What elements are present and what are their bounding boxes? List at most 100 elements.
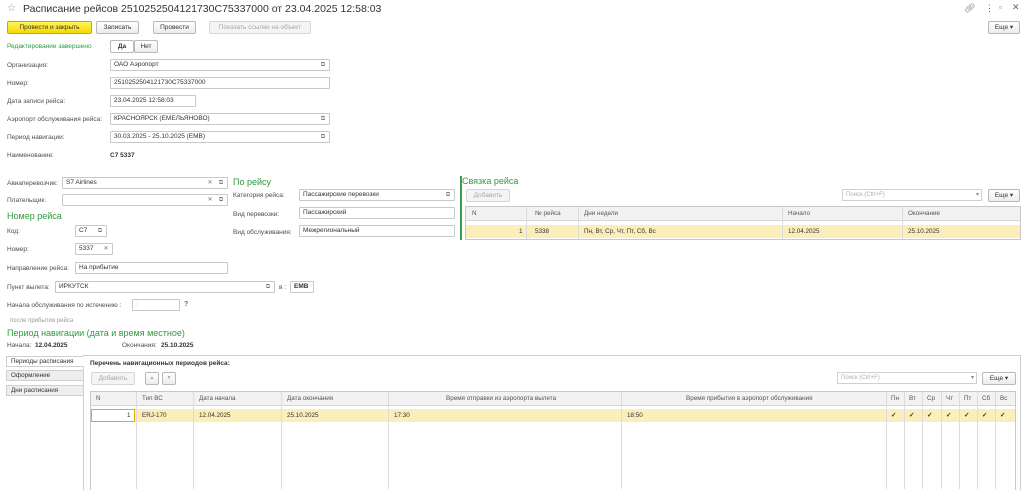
in-field[interactable]: EMB [290, 281, 314, 293]
post-button[interactable]: Провести [153, 21, 196, 34]
period-label: Период навигации: [7, 134, 65, 141]
nav-end-label: Окончания: [122, 342, 157, 349]
check-icon[interactable]: ✓ [891, 412, 896, 419]
payer-field[interactable]: ✕ ⧉ [62, 194, 228, 206]
periods-search-input[interactable]: Поиск (Ctrl+F) ▾ [837, 372, 977, 384]
date-label: Дата записи рейса: [7, 98, 66, 105]
link-table: N № рейса Дни недели Начало Окончание 1 … [465, 206, 1021, 240]
payer-label: Плательщик: [7, 197, 47, 204]
check-icon[interactable]: ✓ [982, 412, 987, 419]
link-search-input[interactable]: Поиск (Ctrl+F) ▾ [842, 189, 982, 201]
table-header: N № рейса Дни недели Начало Окончание [466, 207, 1020, 221]
navigation-title: Период навигации (дата и время местное) [7, 328, 185, 338]
check-icon[interactable]: ✓ [927, 412, 932, 419]
airline-label: Авиаперевозчик: [7, 180, 58, 187]
open-icon[interactable]: ⧉ [318, 114, 328, 124]
name-value: C7 5337 [110, 152, 135, 159]
link-more-button[interactable]: Еще ▾ [988, 189, 1020, 202]
name-label: Наименование: [7, 152, 54, 159]
service-type-field[interactable]: Межрегиональный [299, 225, 455, 237]
dropdown-icon[interactable]: ▾ [971, 373, 974, 383]
open-icon[interactable]: ⧉ [216, 178, 226, 188]
col-n: N [472, 210, 477, 217]
transport-label: Вид перевозки: [233, 211, 280, 218]
maximize-icon[interactable]: ▫ [999, 3, 1002, 12]
table-row[interactable]: 1 ERJ-170 12.04.2025 25.10.2025 17:30 18… [91, 409, 1015, 422]
service-start-label: Начала обслуживания по истечению : [7, 302, 122, 309]
clear-icon[interactable]: ✕ [205, 195, 215, 205]
check-icon[interactable]: ✓ [964, 412, 969, 419]
table-header: N Тип ВС Дата начала Дата окончания Врем… [91, 392, 1015, 406]
date-field[interactable]: 23.04.2025 12:58:03 [110, 95, 196, 107]
show-links-button[interactable]: Показать ссылки на объект [209, 21, 311, 34]
open-icon[interactable]: ⧉ [216, 195, 226, 205]
title-bar: ☆ Расписание рейсов 2510252504121730C753… [0, 0, 1024, 18]
flight-number-title: Номер рейса [7, 211, 62, 221]
open-icon[interactable]: ⧉ [443, 190, 453, 200]
check-icon[interactable]: ✓ [946, 412, 951, 419]
link-title: Связка рейса [462, 176, 519, 186]
edit-done-label: Редактирование завершено [7, 43, 92, 50]
edit-no-button[interactable]: Нет [134, 40, 158, 53]
window-title: Расписание рейсов 2510252504121730C75337… [23, 3, 382, 15]
tab-days[interactable]: Дни расписания [6, 385, 84, 396]
table-row[interactable]: 1 5338 Пн, Вт, Ср, Чт, Пт, Сб, Вс 12.04.… [466, 225, 1020, 238]
periods-more-button[interactable]: Еще ▾ [982, 372, 1016, 385]
airline-field[interactable]: S7 Airlines ✕ ⧉ [62, 177, 228, 189]
col-flight: № рейса [535, 210, 561, 217]
org-label: Организация: [7, 62, 49, 69]
open-icon[interactable]: ⧉ [263, 282, 273, 292]
open-icon[interactable]: ⧉ [95, 226, 105, 236]
period-field[interactable]: 30.03.2025 - 25.10.2025 (EMB) ⧉ [110, 131, 330, 143]
periods-title: Перечень навигационных периодов рейса: [90, 360, 230, 367]
save-button[interactable]: Записать [96, 21, 139, 34]
direction-label: Направление рейса: [7, 265, 69, 272]
periods-table: N Тип ВС Дата начала Дата окончания Врем… [90, 391, 1016, 490]
help-icon[interactable]: ? [184, 301, 188, 308]
tab-periods[interactable]: Периоды расписания [6, 356, 84, 367]
open-icon[interactable]: ⧉ [318, 132, 328, 142]
category-label: Категория рейса: [233, 192, 285, 199]
nav-end-value: 25.10.2025 [161, 342, 194, 349]
col-days: Дни недели [584, 210, 619, 217]
menu-icon[interactable]: ⋮ [985, 3, 994, 14]
num-field[interactable]: 5337 ✕ [75, 243, 113, 255]
after-arrival-label: после прибытия рейса [10, 318, 74, 324]
col-start: Начало [788, 210, 810, 217]
airport-field[interactable]: КРАСНОЯРСК (ЕМЕЛЬЯНОВО) ⧉ [110, 113, 330, 125]
number-field[interactable]: 2510252504121730C75337000 [110, 77, 330, 89]
periods-add-button[interactable]: Добавить [91, 372, 135, 385]
number-label: Номер: [7, 80, 29, 87]
departure-field[interactable]: ИРКУТСК ⧉ [55, 281, 275, 293]
code-field[interactable]: C7 ⧉ [75, 225, 107, 237]
org-field[interactable]: ОАО Аэропорт ⧉ [110, 59, 330, 71]
category-field[interactable]: Пассажирские перевозки ⧉ [299, 189, 455, 201]
clear-icon[interactable]: ✕ [205, 178, 215, 188]
num-label: Номер: [7, 246, 29, 253]
edit-yes-button[interactable]: Да [110, 40, 134, 53]
tab-design[interactable]: Оформление [6, 370, 84, 381]
service-start-field[interactable]: : [132, 299, 180, 311]
nav-start-label: Начала: [7, 342, 32, 349]
departure-label: Пункт вылета: [7, 284, 50, 291]
check-icon[interactable]: ✓ [1000, 412, 1005, 419]
code-label: Код: [7, 228, 20, 235]
direction-field[interactable]: На прибытие [75, 262, 228, 274]
move-up-button[interactable]: ▲ [145, 372, 159, 385]
clear-icon[interactable]: ✕ [101, 244, 111, 254]
nav-start-value: 12.04.2025 [35, 342, 68, 349]
by-flight-title: По рейсу [233, 177, 272, 187]
transport-field[interactable]: Пассажирский [299, 207, 455, 219]
close-icon[interactable]: ✕ [1012, 2, 1020, 13]
move-down-button[interactable]: ▼ [162, 372, 176, 385]
col-end: Окончание [908, 210, 940, 217]
post-and-close-button[interactable]: Провести и закрыть [7, 21, 92, 34]
link-icon[interactable]: 🔗︎ [964, 3, 975, 14]
service-type-label: Вид обслуживания: [233, 229, 292, 236]
star-icon[interactable]: ☆ [7, 3, 16, 14]
link-add-button[interactable]: Добавить [466, 189, 510, 202]
check-icon[interactable]: ✓ [909, 412, 914, 419]
dropdown-icon[interactable]: ▾ [976, 190, 979, 200]
more-button[interactable]: Еще ▾ [988, 21, 1020, 34]
open-icon[interactable]: ⧉ [318, 60, 328, 70]
